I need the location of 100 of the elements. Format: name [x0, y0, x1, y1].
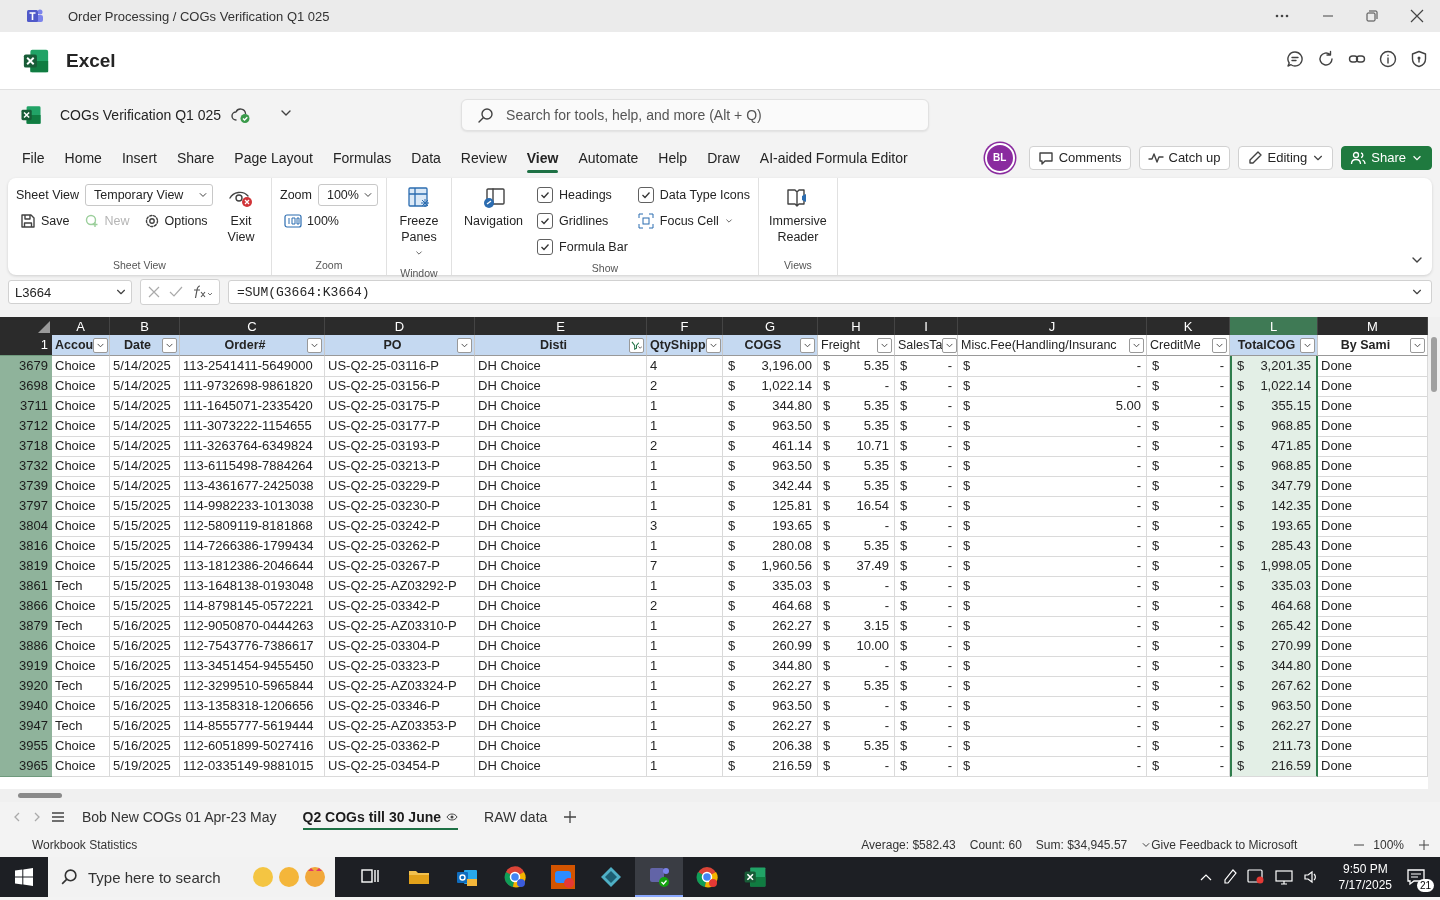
user-avatar[interactable]: BL	[984, 142, 1015, 173]
row-header[interactable]: 3879	[0, 616, 52, 637]
function-icon[interactable]	[191, 284, 213, 300]
row-header[interactable]: 3816	[0, 536, 52, 557]
spreadsheet-app-icon[interactable]	[743, 865, 767, 889]
row-header[interactable]: 3718	[0, 436, 52, 457]
menu-tab[interactable]: Draw	[697, 142, 750, 173]
filter-button[interactable]	[629, 337, 644, 353]
chat-icon[interactable]	[1286, 49, 1304, 68]
zoom-dropdown[interactable]: 100%	[317, 184, 378, 206]
options-button[interactable]: Options	[139, 209, 212, 233]
row-header[interactable]: 3739	[0, 476, 52, 497]
menu-tab[interactable]: Formulas	[322, 142, 402, 173]
editing-button[interactable]: Editing	[1237, 145, 1334, 170]
menu-tab[interactable]: Review	[450, 142, 517, 173]
column-header[interactable]: L	[1230, 317, 1318, 335]
menu-tab[interactable]: File	[12, 142, 55, 173]
checkbox-box[interactable]	[637, 187, 654, 203]
row-header[interactable]: 3819	[0, 556, 52, 577]
checkbox-label[interactable]: Headings	[537, 182, 628, 208]
menu-tab[interactable]: Data	[401, 142, 451, 173]
filter-button[interactable]	[307, 337, 322, 353]
row-header[interactable]: 1	[0, 335, 52, 356]
menu-tab[interactable]: Help	[648, 142, 698, 173]
device-icon[interactable]	[1246, 869, 1265, 885]
menu-tab[interactable]: AI-aided Formula Editor	[749, 142, 918, 173]
sheet-tab[interactable]: RAW data	[474, 803, 558, 831]
menu-tab[interactable]: Page Layout	[224, 142, 323, 173]
taskbar-search-field[interactable]: Type here to search	[48, 857, 335, 897]
row-header[interactable]: 3947	[0, 716, 52, 737]
zoom-100-button[interactable]: 100%	[280, 209, 343, 233]
row-header[interactable]: 3940	[0, 696, 52, 717]
refresh-icon[interactable]	[1317, 49, 1335, 68]
menu-tab[interactable]: Insert	[111, 142, 167, 173]
filter-button[interactable]	[942, 337, 957, 353]
filter-button[interactable]	[705, 337, 721, 353]
filter-button[interactable]	[800, 337, 815, 353]
menu-tab[interactable]: Home	[54, 142, 112, 173]
checkbox-label[interactable]: Gridlines	[537, 208, 628, 234]
search-field[interactable]: Search for tools, help, and more (Alt + Q)	[461, 99, 930, 131]
row-header[interactable]: 3804	[0, 516, 52, 537]
windows-start-icon[interactable]	[15, 868, 33, 886]
filter-button[interactable]	[1129, 337, 1144, 353]
row-header[interactable]: 3861	[0, 576, 52, 597]
navigation-button[interactable]: Navigation	[459, 182, 528, 233]
checkbox-box[interactable]	[537, 187, 554, 203]
sheet-tab[interactable]: Q2 COGs till 30 June	[292, 803, 469, 831]
row-header[interactable]: 3732	[0, 456, 52, 477]
catchup-button[interactable]: Catch up	[1138, 145, 1230, 170]
browser-icon[interactable]	[695, 865, 719, 889]
browser-icon[interactable]	[503, 865, 527, 889]
info-icon[interactable]	[1379, 49, 1397, 68]
row-header[interactable]: 3919	[0, 656, 52, 677]
menu-tab[interactable]: Share	[166, 142, 225, 173]
menu-tab[interactable]: View	[516, 142, 569, 173]
network-icon[interactable]	[1274, 869, 1293, 885]
checkbox-label[interactable]: Data Type Icons	[637, 182, 750, 208]
row-header[interactable]: 3797	[0, 496, 52, 517]
filter-button[interactable]	[877, 337, 892, 353]
menu-icon[interactable]	[50, 809, 66, 825]
checkbox-box[interactable]	[537, 239, 554, 255]
checkbox-label[interactable]: Formula Bar	[537, 234, 628, 260]
row-header[interactable]: 3866	[0, 596, 52, 617]
zoom-level[interactable]: 100%	[1373, 837, 1404, 852]
workbook-statistics-link[interactable]: Workbook Statistics	[32, 837, 138, 852]
focus-cell-button[interactable]: Focus Cell	[637, 208, 750, 234]
filter-button[interactable]	[1212, 337, 1227, 353]
shield-icon[interactable]	[1410, 49, 1428, 68]
row-header[interactable]: 3679	[0, 356, 52, 377]
row-header[interactable]: 3886	[0, 636, 52, 657]
row-header[interactable]: 3920	[0, 676, 52, 697]
checkbox-box[interactable]	[537, 213, 554, 229]
comments-button[interactable]: Comments	[1028, 145, 1131, 170]
zoom-in-icon[interactable]	[1418, 838, 1430, 851]
filter-button[interactable]	[457, 337, 472, 353]
row-header[interactable]: 3712	[0, 416, 52, 437]
document-name[interactable]: COGs Verification Q1 025	[60, 107, 222, 123]
row-header[interactable]: 3711	[0, 396, 52, 417]
row-header[interactable]: 3965	[0, 756, 52, 777]
share-button[interactable]: Share	[1341, 145, 1432, 170]
sheet-view-dropdown[interactable]: Temporary View	[85, 184, 213, 206]
name-box[interactable]: L3664	[8, 280, 132, 304]
filter-button[interactable]	[1300, 337, 1315, 353]
filter-button[interactable]	[162, 337, 177, 353]
add-sheet-icon[interactable]	[563, 810, 578, 824]
close-icon[interactable]	[1410, 9, 1424, 23]
filter-button[interactable]	[1410, 337, 1425, 353]
immersive-reader-button[interactable]: Immersive Reader	[766, 182, 829, 249]
save-button[interactable]: Save	[16, 209, 74, 233]
freeze-panes-button[interactable]: Freeze Panes	[394, 182, 443, 265]
restore-icon[interactable]	[1366, 10, 1378, 22]
filter-button[interactable]	[93, 337, 109, 353]
select-all-icon[interactable]	[38, 321, 50, 333]
feedback-link[interactable]: Give Feedback to Microsoft	[1151, 837, 1298, 852]
volume-icon[interactable]	[1302, 869, 1319, 885]
pen-icon[interactable]	[1222, 869, 1237, 885]
diamond-app-icon[interactable]	[599, 865, 623, 889]
menu-tab[interactable]: Automate	[568, 142, 649, 173]
row-header[interactable]: 3955	[0, 736, 52, 757]
exit-view-button[interactable]: Exit View	[219, 182, 263, 249]
